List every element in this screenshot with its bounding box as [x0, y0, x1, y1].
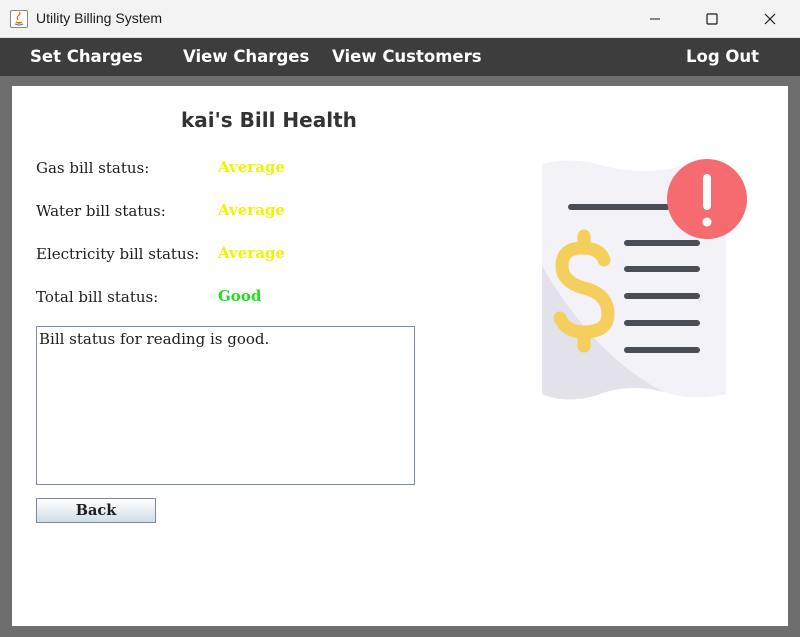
java-app-icon: [10, 10, 28, 28]
receipt-line-3: [624, 293, 700, 299]
menu-view-customers[interactable]: View Customers: [332, 47, 482, 66]
close-icon: [764, 13, 776, 25]
back-button[interactable]: Back: [36, 498, 156, 523]
close-button[interactable]: [741, 0, 799, 38]
total-status-label: Total bill status:: [36, 288, 159, 306]
receipt-line-top: [568, 204, 670, 210]
page-title: kai's Bill Health: [181, 108, 357, 132]
status-message-textarea[interactable]: Bill status for reading is good.: [36, 326, 415, 485]
total-status-value: Good: [218, 287, 262, 305]
minimize-button[interactable]: [626, 0, 684, 38]
maximize-button[interactable]: [683, 0, 741, 38]
menu-log-out[interactable]: Log Out: [686, 47, 759, 66]
gas-status-label: Gas bill status:: [36, 159, 150, 177]
alert-icon: [667, 159, 747, 239]
minimize-icon: [650, 18, 660, 20]
receipt-line-4: [624, 320, 700, 326]
menu-set-charges[interactable]: Set Charges: [30, 47, 143, 66]
window-title: Utility Billing System: [36, 10, 163, 26]
bill-alert-icon: [534, 156, 754, 406]
receipt-line-1: [624, 240, 700, 246]
water-status-value: Average: [218, 201, 285, 219]
maximize-icon: [706, 13, 718, 25]
receipt-line-5: [624, 347, 700, 353]
receipt-line-2: [624, 266, 700, 272]
water-status-label: Water bill status:: [36, 202, 166, 220]
electricity-status-value: Average: [218, 244, 285, 262]
menu-bar: Set Charges View Charges View Customers …: [0, 38, 800, 76]
electricity-status-label: Electricity bill status:: [36, 245, 200, 263]
bill-health-panel: kai's Bill Health Gas bill status: Avera…: [12, 86, 788, 626]
menu-view-charges[interactable]: View Charges: [183, 47, 309, 66]
gas-status-value: Average: [218, 158, 285, 176]
title-bar: Utility Billing System: [0, 0, 800, 38]
